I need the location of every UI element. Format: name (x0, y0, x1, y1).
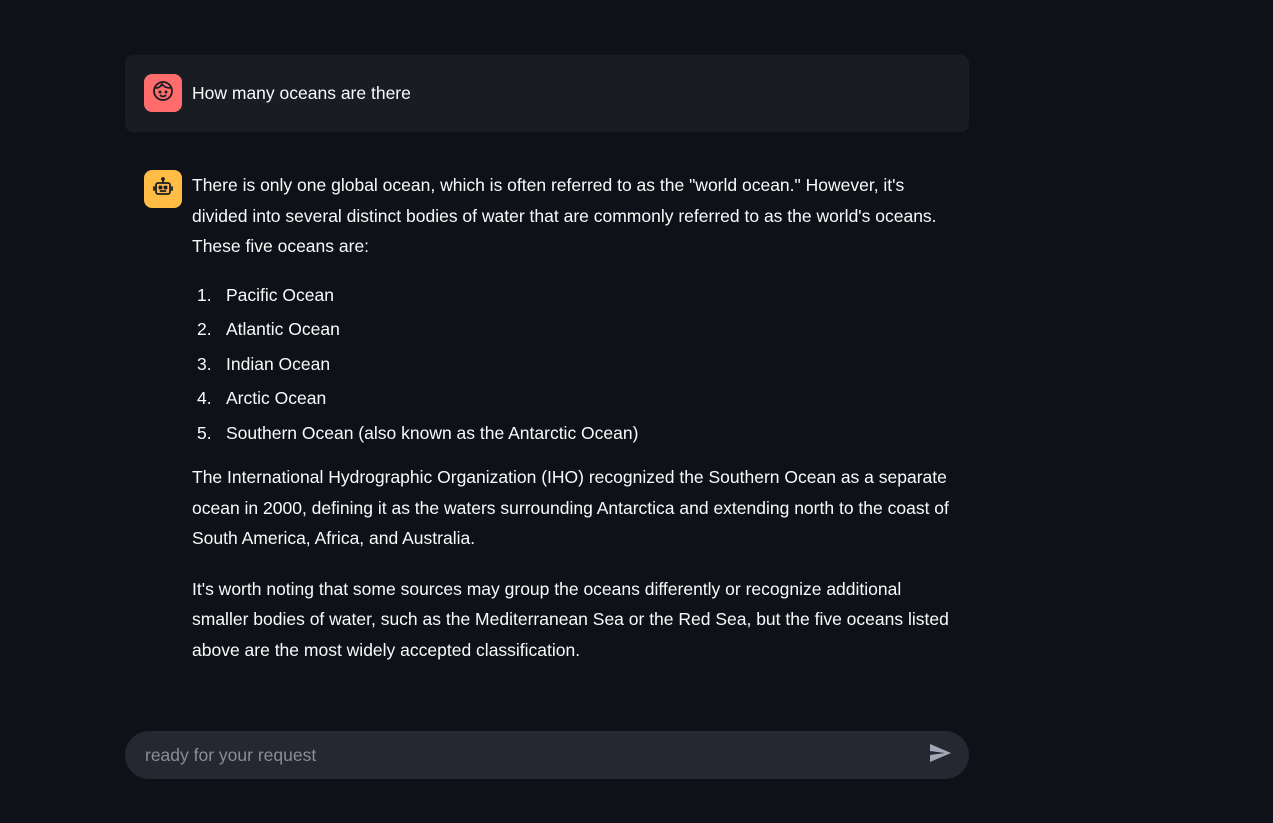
list-item-number: 2. (197, 319, 212, 339)
list-item: 4. Arctic Ocean (192, 381, 950, 416)
list-item-text: Arctic Ocean (226, 388, 327, 408)
user-avatar (144, 74, 182, 112)
list-item-number: 5. (197, 422, 212, 443)
list-item-number: 1. (197, 284, 212, 305)
chat-input-bar (125, 731, 969, 779)
list-item-text: Southern Ocean (also known as the Antarc… (226, 422, 639, 443)
list-item: 2. Atlantic Ocean (192, 312, 950, 347)
user-message-text: How many oceans are there (192, 83, 411, 103)
list-item-text: Indian Ocean (226, 353, 331, 374)
user-message: How many oceans are there (125, 55, 969, 132)
list-item-number: 3. (197, 353, 212, 374)
list-item-text: Pacific Ocean (226, 284, 334, 305)
assistant-paragraph-2: The International Hydrographic Organizat… (192, 467, 949, 548)
user-face-icon (151, 79, 175, 108)
assistant-message: There is only one global ocean, which is… (125, 170, 969, 665)
send-icon (928, 741, 952, 770)
assistant-intro-paragraph: There is only one global ocean, which is… (192, 175, 937, 256)
chat-input[interactable] (145, 744, 925, 766)
list-item: 3. Indian Ocean (192, 347, 950, 382)
robot-icon (151, 175, 175, 204)
assistant-avatar (144, 170, 182, 208)
list-item: 1. Pacific Ocean (192, 278, 950, 313)
ocean-list: 1. Pacific Ocean 2. Atlantic Ocean 3. In… (192, 278, 950, 451)
assistant-paragraph-3: It's worth noting that some sources may … (192, 578, 949, 660)
send-button[interactable] (925, 740, 955, 770)
list-item-text: Atlantic Ocean (226, 319, 340, 339)
list-item-number: 4. (197, 388, 212, 408)
assistant-message-body: There is only one global ocean, which is… (192, 170, 950, 665)
list-item: 5. Southern Ocean (also known as the Ant… (192, 416, 950, 451)
chat-area: How many oceans are there There is only … (125, 55, 969, 665)
